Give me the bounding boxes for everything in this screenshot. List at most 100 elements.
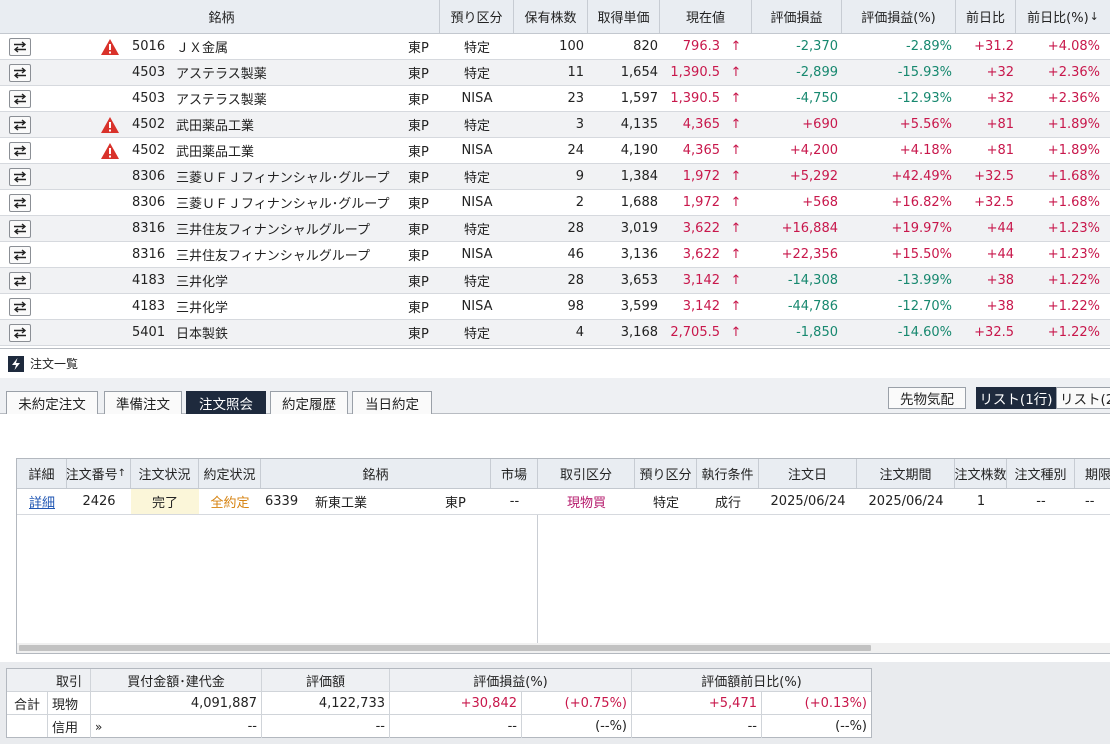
trade-swap-icon[interactable] <box>9 246 31 264</box>
order-stock-code: 6339 <box>265 494 299 509</box>
holding-row[interactable]: 5401 日本製鉄 東P 特定 4 3,168 2,705.5 ↑ -1,850 -14.60% +… <box>0 320 1110 346</box>
stock-name[interactable]: 三井住友フィナンシャルグループ <box>176 242 406 267</box>
holding-row[interactable]: 8316 三井住友フィナンシャルグループ 東P 特定 28 3,019 3,622 ↑ +16,… <box>0 216 1110 242</box>
current-price: 1,972 <box>682 169 720 184</box>
order-tabbar: 未約定注文 準備注文 注文照会 約定履歴 当日約定 先物気配 リスト(1行) リ… <box>0 378 1110 414</box>
order-grid-hscrollbar[interactable] <box>17 643 1110 653</box>
ocol-status[interactable]: 注文状況 <box>131 459 199 488</box>
tab-execution-history[interactable]: 約定履歴 <box>270 391 348 414</box>
holding-row[interactable]: 4503 アステラス製薬 東P NISA 23 1,597 1,390.5 ↑ -4,750 -1… <box>0 86 1110 112</box>
trade-swap-icon[interactable] <box>9 168 31 186</box>
stock-name[interactable]: 日本製鉄 <box>176 320 406 345</box>
up-arrow-icon: ↑ <box>730 91 742 106</box>
ocol-qty[interactable]: 注文株数 <box>955 459 1007 488</box>
sum-margin-buy: » -- <box>91 715 262 738</box>
col-header-cost[interactable]: 取得単価 <box>588 0 660 33</box>
ocol-detail[interactable]: 詳細 <box>17 459 67 488</box>
stock-name[interactable]: 三菱ＵＦＪフィナンシャル･グループ <box>176 164 406 189</box>
col-header-pl[interactable]: 評価損益 <box>752 0 842 33</box>
day-change: +81 <box>986 143 1014 158</box>
account-type: 特定 <box>463 67 490 82</box>
trade-swap-icon[interactable] <box>9 298 31 316</box>
order-grid-hscroll-thumb[interactable] <box>19 645 871 651</box>
trade-swap-icon[interactable] <box>9 220 31 238</box>
holding-row[interactable]: 4183 三井化学 東P NISA 98 3,599 3,142 ↑ -44,786 -12.70… <box>0 294 1110 320</box>
holding-row[interactable]: 4503 アステラス製薬 東P 特定 11 1,654 1,390.5 ↑ -2,899 -15.… <box>0 60 1110 86</box>
trade-swap-icon[interactable] <box>9 142 31 160</box>
stock-name[interactable]: アステラス製薬 <box>176 60 406 85</box>
stock-market: 東P <box>408 93 429 108</box>
col-header-chg-pct[interactable]: 前日比(%) ↓ <box>1016 0 1110 33</box>
holding-row[interactable]: 8306 三菱ＵＦＪフィナンシャル･グループ 東P 特定 9 1,384 1,972 ↑ +5,… <box>0 164 1110 190</box>
sum-spot-buy: 4,091,887 <box>91 692 262 714</box>
ocol-name[interactable]: 銘柄 <box>261 459 491 488</box>
order-row[interactable]: 詳細 2426 完了 全約定 6339 新東工業 東P -- 現物買 特定 成行… <box>17 489 1110 515</box>
ocol-condition[interactable]: 執行条件 <box>697 459 759 488</box>
up-arrow-icon: ↑ <box>730 117 742 132</box>
holding-row[interactable]: 4502 武田薬品工業 東P 特定 3 4,135 4,365 ↑ +690 +5.56% +81 +… <box>0 112 1110 138</box>
trade-swap-icon[interactable] <box>9 90 31 108</box>
stock-name[interactable]: 武田薬品工業 <box>176 112 406 137</box>
ocol-account[interactable]: 預り区分 <box>635 459 697 488</box>
stock-code: 5016 <box>132 39 166 54</box>
tab-order-inquiry[interactable]: 注文照会 <box>186 391 266 414</box>
list-1row-button[interactable]: リスト(1行) <box>976 387 1056 409</box>
tab-today-executions[interactable]: 当日約定 <box>352 391 432 414</box>
cost-price: 3,653 <box>620 273 658 288</box>
holding-row[interactable]: 4183 三井化学 東P 特定 28 3,653 3,142 ↑ -14,308 -13.99% +… <box>0 268 1110 294</box>
current-price: 796.3 <box>682 39 720 54</box>
col-header-name[interactable]: 銘柄 <box>4 0 440 33</box>
col-header-qty[interactable]: 保有株数 <box>514 0 588 33</box>
warning-icon[interactable] <box>100 142 120 160</box>
futures-quote-button[interactable]: 先物気配 <box>888 387 966 409</box>
tab-prepared-orders[interactable]: 準備注文 <box>104 391 182 414</box>
trade-swap-icon[interactable] <box>9 64 31 82</box>
col-header-account[interactable]: 預り区分 <box>440 0 514 33</box>
trade-swap-icon[interactable] <box>9 324 31 342</box>
col-header-chg[interactable]: 前日比 <box>956 0 1016 33</box>
ocol-exec-status[interactable]: 約定状況 <box>199 459 261 488</box>
up-arrow-icon: ↑ <box>730 143 742 158</box>
tab-unfilled-orders[interactable]: 未約定注文 <box>6 391 98 414</box>
trade-swap-icon[interactable] <box>9 116 31 134</box>
trade-swap-icon[interactable] <box>9 194 31 212</box>
stock-name[interactable]: ＪＸ金属 <box>176 34 406 59</box>
ocol-market[interactable]: 市場 <box>491 459 538 488</box>
sum-col-pl: 評価損益(%) <box>390 669 632 691</box>
holding-row[interactable]: 5016 ＪＸ金属 東P 特定 100 820 796.3 ↑ -2,370 -2.89% +31.… <box>0 34 1110 60</box>
ocol-order-date[interactable]: 注文日 <box>759 459 857 488</box>
ocol-period[interactable]: 注文期間 <box>857 459 955 488</box>
col-header-pl-pct[interactable]: 評価損益(%) <box>842 0 956 33</box>
ocol-expiry[interactable]: 期限 <box>1075 459 1110 488</box>
stock-market: 東P <box>408 145 429 160</box>
unrealized-pl-pct: -14.60% <box>897 325 952 340</box>
ocol-order-no[interactable]: 注文番号 ↑ <box>67 459 131 488</box>
up-arrow-icon: ↑ <box>730 39 742 54</box>
stock-code: 4502 <box>132 143 166 158</box>
stock-market: 東P <box>408 301 429 316</box>
holding-row[interactable]: 4502 武田薬品工業 東P NISA 24 4,190 4,365 ↑ +4,200 +4.18… <box>0 138 1110 164</box>
stock-name[interactable]: 三井化学 <box>176 294 406 319</box>
stock-name[interactable]: 武田薬品工業 <box>176 138 406 163</box>
stock-name[interactable]: 三菱ＵＦＪフィナンシャル･グループ <box>176 190 406 215</box>
expand-double-chevron-icon[interactable]: » <box>95 720 102 734</box>
trade-swap-icon[interactable] <box>9 272 31 290</box>
stock-name[interactable]: アステラス製薬 <box>176 86 406 111</box>
ocol-trade-type[interactable]: 取引区分 <box>538 459 635 488</box>
day-change-pct: +1.22% <box>1047 273 1100 288</box>
warning-icon[interactable] <box>100 116 120 134</box>
col-header-price[interactable]: 現在値 <box>660 0 752 33</box>
list-2row-button[interactable]: リスト(2行 <box>1056 387 1110 409</box>
account-type: 特定 <box>463 327 490 342</box>
order-detail-link[interactable]: 詳細 <box>17 489 67 514</box>
trade-swap-icon[interactable] <box>9 38 31 56</box>
account-type: 特定 <box>463 41 490 56</box>
holding-row[interactable]: 8316 三井住友フィナンシャルグループ 東P NISA 46 3,136 3,622 ↑ +2… <box>0 242 1110 268</box>
stock-name[interactable]: 三井化学 <box>176 268 406 293</box>
ocol-order-kind[interactable]: 注文種別 <box>1007 459 1075 488</box>
stock-name[interactable]: 三井住友フィナンシャルグループ <box>176 216 406 241</box>
order-detail-link-text[interactable]: 詳細 <box>29 492 55 511</box>
warning-icon[interactable] <box>100 38 120 56</box>
holding-row[interactable]: 8306 三菱ＵＦＪフィナンシャル･グループ 東P NISA 2 1,688 1,972 ↑ +… <box>0 190 1110 216</box>
unrealized-pl-pct: -2.89% <box>906 39 952 54</box>
